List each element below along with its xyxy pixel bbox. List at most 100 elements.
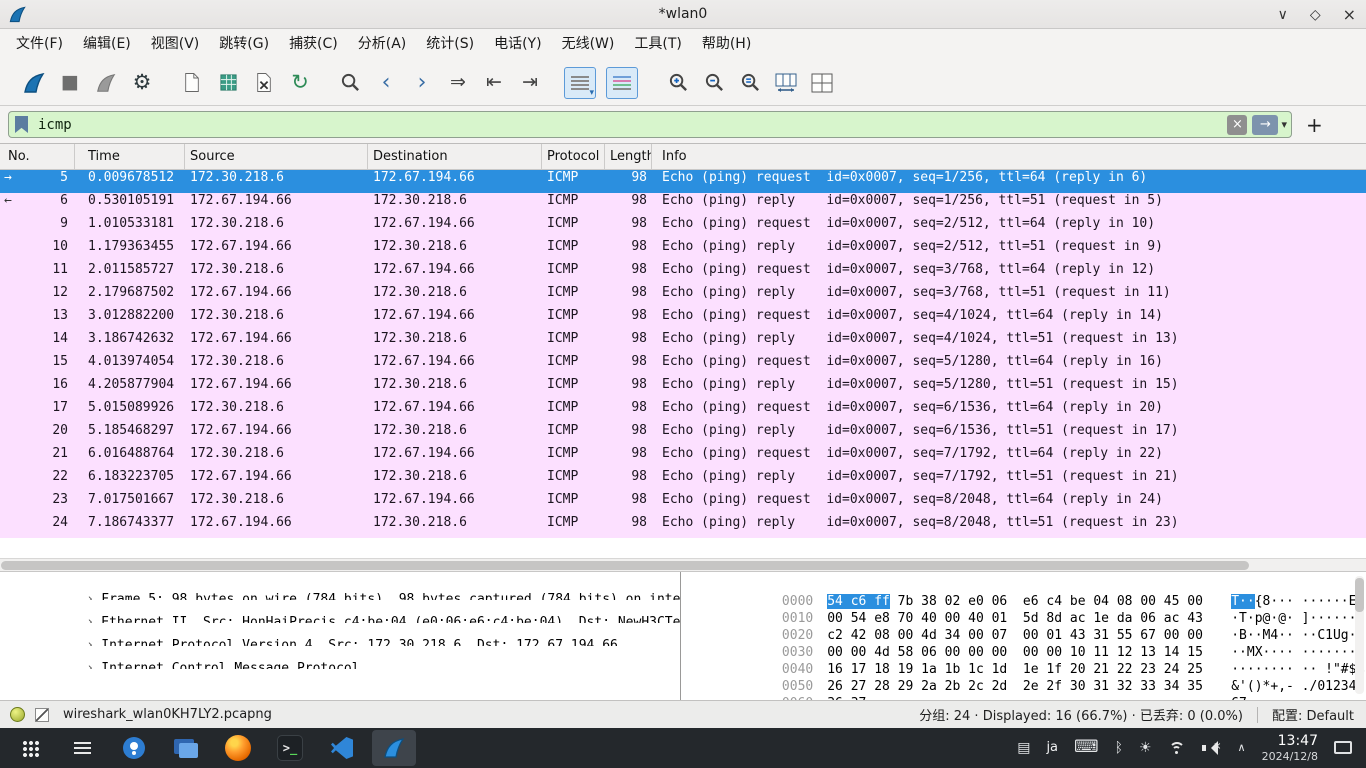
packet-row[interactable]: 22 6.183223705 172.67.194.66 172.30.218.… xyxy=(0,469,1366,492)
packet-row[interactable]: 15 4.013974054 172.30.218.6 172.67.194.6… xyxy=(0,354,1366,377)
taskbar-app-wireshark[interactable] xyxy=(372,730,416,766)
taskbar-app-vscode[interactable] xyxy=(320,730,364,766)
restart-capture-button[interactable] xyxy=(90,67,122,99)
capture-options-button[interactable]: ⚙ xyxy=(126,67,158,99)
menu-item[interactable]: 跳转(G) xyxy=(209,29,279,60)
menu-item[interactable]: 编辑(E) xyxy=(73,29,141,60)
clock[interactable]: 13:47 2024/12/8 xyxy=(1262,733,1318,763)
zoom-in-button[interactable] xyxy=(662,67,694,99)
expander-icon[interactable]: › xyxy=(86,615,101,623)
filter-apply-icon[interactable]: → xyxy=(1252,115,1278,135)
colorize-toggle[interactable] xyxy=(606,67,638,99)
packet-row[interactable]: 24 7.186743377 172.67.194.66 172.30.218.… xyxy=(0,515,1366,538)
taskbar-app-3[interactable] xyxy=(112,730,156,766)
filter-clear-icon[interactable]: × xyxy=(1227,115,1247,135)
packet-row[interactable]: 20 5.185468297 172.67.194.66 172.30.218.… xyxy=(0,423,1366,446)
menu-item[interactable]: 工具(T) xyxy=(624,29,691,60)
zoom-out-button[interactable] xyxy=(698,67,730,99)
menu-item[interactable]: 统计(S) xyxy=(416,29,484,60)
expander-icon[interactable]: › xyxy=(86,661,101,669)
go-to-packet-button[interactable]: ⇒ xyxy=(442,67,474,99)
filter-value[interactable]: icmp xyxy=(34,117,1222,133)
packet-row[interactable]: 23 7.017501667 172.30.218.6 172.67.194.6… xyxy=(0,492,1366,515)
taskbar-app-file-manager[interactable] xyxy=(164,730,208,766)
display-icon[interactable] xyxy=(1334,741,1352,754)
taskbar-app-firefox[interactable] xyxy=(216,730,260,766)
column-header-length[interactable]: Length xyxy=(605,144,652,169)
expert-info-icon[interactable] xyxy=(10,707,25,722)
reload-file-button[interactable]: ↻ xyxy=(284,67,316,99)
menu-item[interactable]: 分析(A) xyxy=(348,29,417,60)
maximize-icon[interactable]: ◇ xyxy=(1310,7,1321,23)
bluetooth-icon[interactable]: ᛒ xyxy=(1115,741,1123,755)
go-first-packet-button[interactable]: ⇤ xyxy=(478,67,510,99)
capture-comment-icon[interactable] xyxy=(35,708,49,722)
clipboard-icon[interactable]: ▤ xyxy=(1017,741,1030,755)
packet-row[interactable]: 10 1.179363455 172.67.194.66 172.30.218.… xyxy=(0,239,1366,262)
number-columns-button[interactable] xyxy=(806,67,838,99)
detail-row[interactable]: ›Internet Protocol Version 4, Src: 172.3… xyxy=(0,623,680,646)
menu-item[interactable]: 文件(F) xyxy=(6,29,73,60)
add-filter-button[interactable]: + xyxy=(1306,115,1323,135)
column-header-no[interactable]: No. xyxy=(0,144,75,169)
menu-item[interactable]: 视图(V) xyxy=(141,29,210,60)
minimize-icon[interactable]: ∨ xyxy=(1278,7,1288,23)
taskbar-app-launcher[interactable] xyxy=(8,730,52,766)
close-icon[interactable]: × xyxy=(1343,5,1356,24)
packet-row[interactable]: 6 ← 0.530105191 172.67.194.66 172.30.218… xyxy=(0,193,1366,216)
close-file-button[interactable] xyxy=(248,67,280,99)
brightness-icon[interactable]: ☀ xyxy=(1139,741,1152,755)
wifi-icon[interactable] xyxy=(1168,741,1186,755)
packet-row[interactable]: 14 3.186742632 172.67.194.66 172.30.218.… xyxy=(0,331,1366,354)
stop-capture-button[interactable]: ■ xyxy=(54,67,86,99)
filter-bookmark-icon[interactable] xyxy=(15,116,28,133)
vertical-scrollbar-thumb[interactable] xyxy=(1355,578,1364,612)
taskbar-app-terminal[interactable]: >_ xyxy=(268,730,312,766)
packet-row[interactable]: 5 → 0.009678512 172.30.218.6 172.67.194.… xyxy=(0,170,1366,193)
resize-columns-button[interactable] xyxy=(770,67,802,99)
auto-scroll-toggle[interactable]: ▾ xyxy=(564,67,596,99)
go-forward-button[interactable]: › xyxy=(406,67,438,99)
chevron-up-icon[interactable]: ∧ xyxy=(1238,742,1246,753)
menu-item[interactable]: 捕获(C) xyxy=(279,29,348,60)
find-packet-button[interactable] xyxy=(334,67,366,99)
detail-row[interactable]: ›Frame 5: 98 bytes on wire (784 bits), 9… xyxy=(0,577,680,600)
keyboard-icon[interactable]: ⌨ xyxy=(1074,739,1099,756)
menu-item[interactable]: 电话(Y) xyxy=(484,29,551,60)
start-capture-button[interactable] xyxy=(18,67,50,99)
column-header-source[interactable]: Source xyxy=(185,144,368,169)
taskbar-app-system-monitor[interactable] xyxy=(60,730,104,766)
menu-item[interactable]: 无线(W) xyxy=(552,29,625,60)
column-header-protocol[interactable]: Protocol xyxy=(542,144,605,169)
save-file-button[interactable] xyxy=(212,67,244,99)
horizontal-scrollbar[interactable] xyxy=(0,558,1366,572)
packet-row[interactable]: 17 5.015089926 172.30.218.6 172.67.194.6… xyxy=(0,400,1366,423)
open-file-button[interactable] xyxy=(176,67,208,99)
horizontal-scrollbar-thumb[interactable] xyxy=(1,561,1249,570)
packet-row[interactable]: 12 2.179687502 172.67.194.66 172.30.218.… xyxy=(0,285,1366,308)
go-last-packet-button[interactable]: ⇥ xyxy=(514,67,546,99)
column-header-info[interactable]: Info xyxy=(652,144,1366,169)
column-header-time[interactable]: Time xyxy=(75,144,185,169)
packet-row[interactable]: 13 3.012882200 172.30.218.6 172.67.194.6… xyxy=(0,308,1366,331)
display-filter-input[interactable]: icmp × → ▾ xyxy=(8,111,1292,138)
packet-row[interactable]: 16 4.205877904 172.67.194.66 172.30.218.… xyxy=(0,377,1366,400)
packet-row[interactable]: 11 2.011585727 172.30.218.6 172.67.194.6… xyxy=(0,262,1366,285)
go-back-button[interactable]: ‹ xyxy=(370,67,402,99)
packet-row[interactable]: 9 1.010533181 172.30.218.6 172.67.194.66… xyxy=(0,216,1366,239)
hex-row[interactable]: 000054 c6 ff 7b 38 02 e0 06 e6 c4 be 04 … xyxy=(688,579,1366,596)
detail-row[interactable]: ›Internet Control Message Protocol xyxy=(0,646,680,669)
filter-dropdown-icon[interactable]: ▾ xyxy=(1281,118,1287,131)
volume-muted-icon[interactable]: × xyxy=(1202,741,1222,755)
menu-item[interactable]: 帮助(H) xyxy=(692,29,761,60)
column-header-destination[interactable]: Destination xyxy=(368,144,542,169)
expander-icon[interactable]: › xyxy=(86,638,101,646)
detail-row[interactable]: ›Ethernet II, Src: HonHaiPrecis_c4:be:04… xyxy=(0,600,680,623)
capture-filename[interactable]: wireshark_wlan0KH7LY2.pcapng xyxy=(63,707,272,722)
zoom-reset-button[interactable] xyxy=(734,67,766,99)
profile-label[interactable]: 配置: Default xyxy=(1272,705,1354,724)
packet-row[interactable]: 21 6.016488764 172.30.218.6 172.67.194.6… xyxy=(0,446,1366,469)
expander-icon[interactable]: › xyxy=(86,592,101,600)
ime-indicator[interactable]: ja xyxy=(1046,740,1058,755)
vertical-scrollbar[interactable] xyxy=(1355,576,1364,694)
